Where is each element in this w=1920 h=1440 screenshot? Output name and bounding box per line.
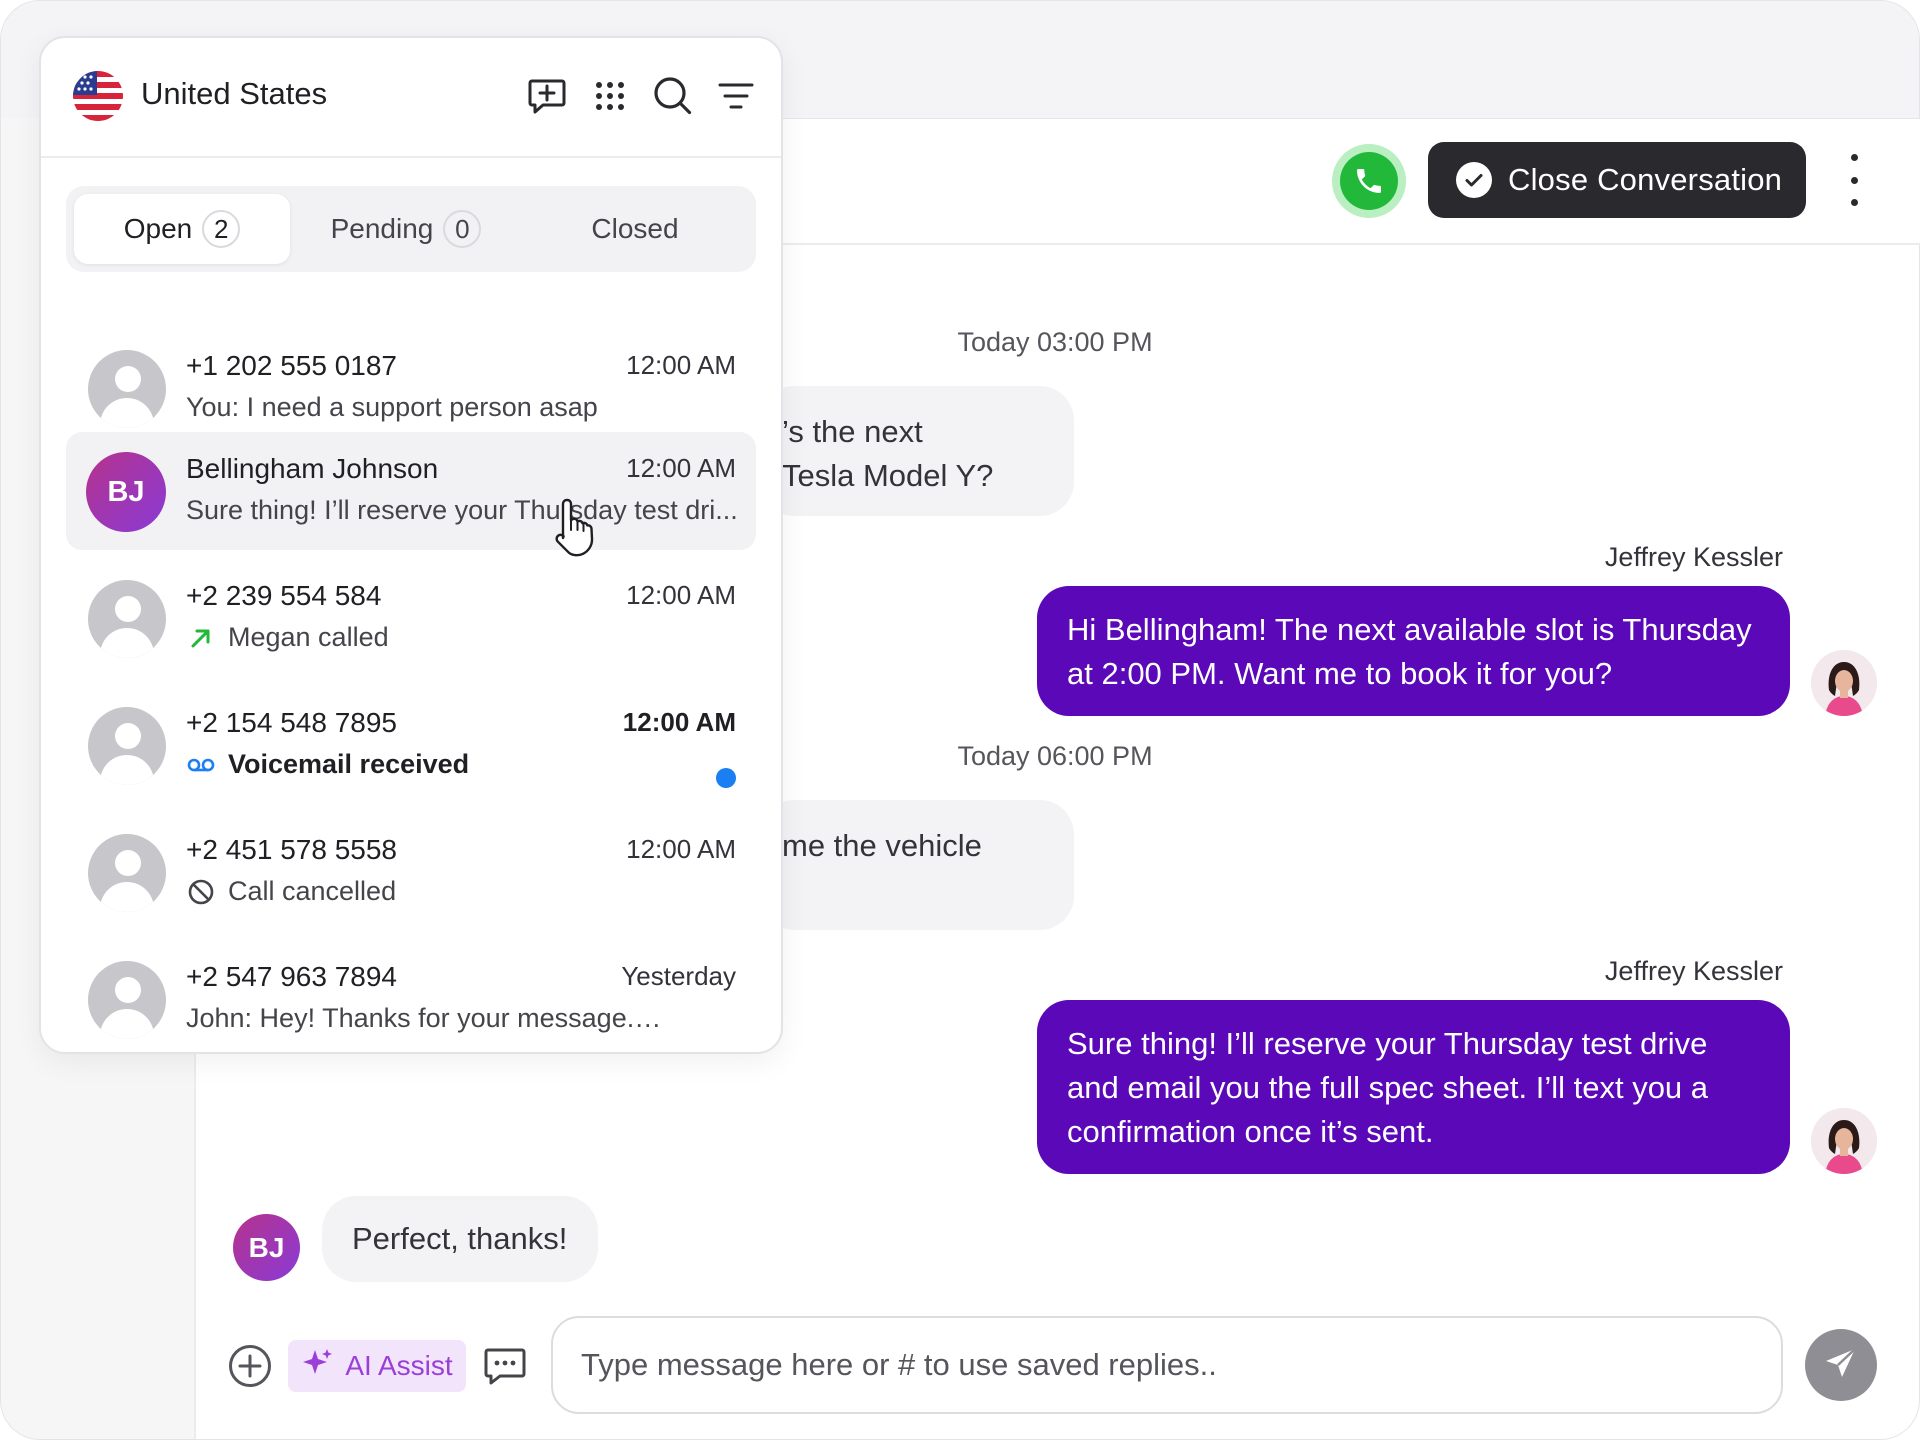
agent-avatar: [1811, 1108, 1877, 1174]
contact-name: Bellingham Johnson: [186, 453, 439, 484]
message-line: Tesla Model Y?: [782, 458, 994, 493]
new-message-icon[interactable]: [525, 74, 569, 118]
incoming-message-bubble: me the vehicle: [760, 800, 1074, 930]
contact-name: +1 202 555 0187: [186, 350, 397, 381]
default-avatar-icon: [88, 961, 166, 1039]
send-button[interactable]: [1805, 1329, 1877, 1401]
default-avatar-icon: [88, 350, 166, 428]
tab-label: Open: [123, 213, 193, 244]
message-preview: Sure thing! I’ll reserve your Thursday t…: [186, 495, 738, 525]
conversation-time: 12:00 AM: [622, 707, 736, 737]
sparkle-icon: [301, 1346, 335, 1387]
conversation-item[interactable]: +2 154 548 7895 12:00 AM Voicemail recei…: [66, 686, 756, 804]
close-conversation-label: Close Conversation: [1508, 162, 1783, 197]
conversation-item[interactable]: BJ Bellingham Johnson 12:00 AM Sure thin…: [66, 432, 756, 550]
status-tabs: Open 2 Pending 0 Closed: [66, 186, 756, 272]
contact-avatar: BJ: [86, 452, 166, 532]
tab-closed[interactable]: Closed: [522, 194, 748, 264]
filter-icon[interactable]: [714, 74, 758, 118]
check-circle-icon: [1456, 162, 1492, 198]
more-vertical-icon[interactable]: [1836, 154, 1872, 206]
message-timestamp: Today 06:00 PM: [957, 741, 1153, 771]
send-icon: [1822, 1344, 1860, 1387]
incoming-message-bubble: Perfect, thanks!: [322, 1196, 598, 1282]
outgoing-message-bubble: Hi Bellingham! The next available slot i…: [1037, 586, 1790, 716]
tab-label: Pending: [330, 213, 434, 244]
contact-name: +2 451 578 5558: [186, 834, 397, 865]
tab-pending[interactable]: Pending 0: [298, 194, 514, 264]
tab-open[interactable]: Open 2: [74, 194, 290, 264]
sender-name: Jeffrey Kessler: [1604, 542, 1783, 572]
conversation-time: Yesterday: [621, 961, 736, 991]
outgoing-call-icon: [186, 623, 216, 653]
message-input[interactable]: [551, 1316, 1783, 1414]
message-timestamp: Today 03:00 PM: [957, 327, 1153, 357]
message-preview: Call cancelled: [186, 876, 741, 907]
voicemail-icon: [186, 750, 216, 780]
country-selector-label[interactable]: United States: [141, 76, 327, 112]
agent-avatar: [1811, 650, 1877, 716]
contact-avatar: BJ: [233, 1214, 300, 1281]
conversation-item[interactable]: +2 547 963 7894 Yesterday John: Hey! Tha…: [66, 940, 756, 1052]
conversation-time: 12:00 AM: [626, 350, 736, 380]
contact-name: +2 154 548 7895: [186, 707, 397, 738]
default-avatar-icon: [88, 580, 166, 658]
conversation-list-panel: United States Open 2 Pending 0 Closed +1…: [39, 36, 783, 1054]
message-preview: You: I need a support person asap: [186, 392, 598, 422]
tab-count-badge: 2: [202, 210, 241, 248]
conversation-time: 12:00 AM: [626, 834, 736, 864]
default-avatar-icon: [88, 707, 166, 785]
message-preview: Voicemail received: [186, 749, 741, 780]
list-panel-header: United States: [41, 38, 781, 158]
close-conversation-button[interactable]: Close Conversation: [1428, 142, 1806, 218]
tab-label: Closed: [591, 213, 679, 244]
sender-name: Jeffrey Kessler: [1604, 956, 1783, 986]
call-button[interactable]: [1332, 144, 1406, 218]
us-flag-icon[interactable]: [73, 71, 123, 121]
message-preview: John: Hey! Thanks for your message.…: [186, 1003, 662, 1033]
conversation-item[interactable]: +2 451 578 5558 12:00 AM Call cancelled: [66, 813, 756, 931]
call-cancelled-icon: [186, 877, 216, 907]
conversation-time: 12:00 AM: [626, 453, 736, 483]
ai-assist-button[interactable]: AI Assist: [288, 1340, 466, 1392]
dialpad-grid-icon[interactable]: [588, 74, 632, 118]
message-line: ’s the next: [782, 414, 923, 449]
incoming-message-bubble: ’s the next Tesla Model Y?: [760, 386, 1074, 516]
conversation-item[interactable]: +1 202 555 0187 12:00 AM You: I need a s…: [66, 329, 756, 447]
default-avatar-icon: [88, 834, 166, 912]
contact-name: +2 239 554 584: [186, 580, 382, 611]
phone-icon: [1340, 152, 1398, 210]
unread-indicator: [716, 768, 736, 788]
message-preview: Megan called: [186, 622, 741, 653]
outgoing-message-bubble: Sure thing! I’ll reserve your Thursday t…: [1037, 1000, 1790, 1174]
ai-assist-label: AI Assist: [345, 1350, 453, 1381]
search-icon[interactable]: [651, 74, 695, 118]
conversation-item[interactable]: +2 239 554 584 12:00 AM Megan called: [66, 559, 756, 677]
contact-name: +2 547 963 7894: [186, 961, 397, 992]
conversation-time: 12:00 AM: [626, 580, 736, 610]
tab-count-badge: 0: [443, 210, 482, 248]
message-line: me the vehicle: [782, 828, 982, 863]
add-icon[interactable]: [228, 1344, 272, 1388]
saved-replies-icon[interactable]: [482, 1342, 528, 1388]
